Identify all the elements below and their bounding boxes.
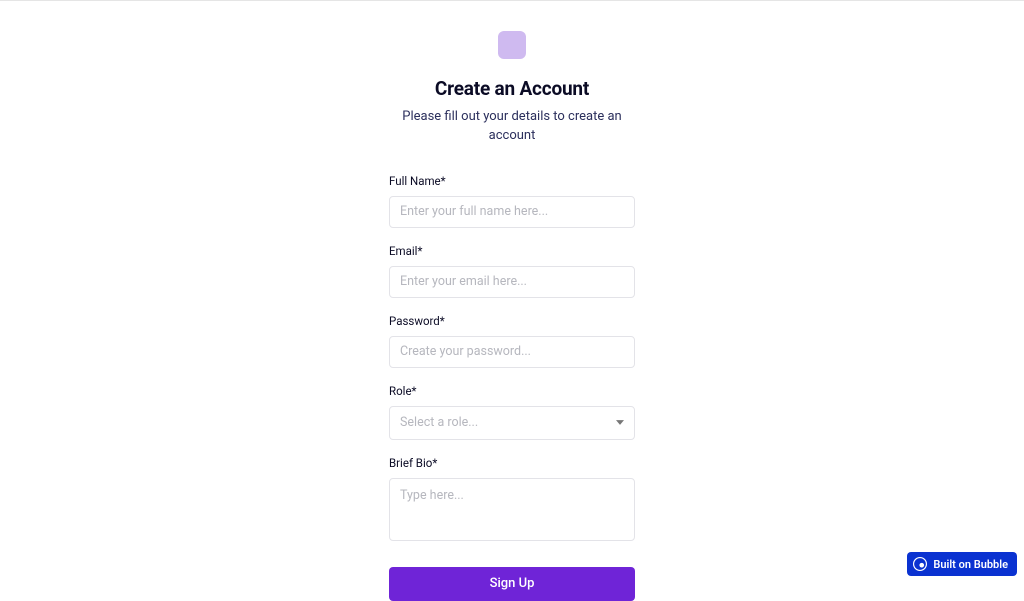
bubble-logo-icon [913, 557, 927, 571]
role-label: Role* [389, 384, 635, 398]
signup-form: Full Name* Email* Password* Role* Select… [389, 174, 635, 601]
password-group: Password* [389, 314, 635, 368]
email-input[interactable] [389, 266, 635, 298]
role-select[interactable]: Select a role... [389, 406, 635, 440]
logo-icon [498, 31, 526, 59]
password-label: Password* [389, 314, 635, 328]
email-group: Email* [389, 244, 635, 298]
built-on-bubble-badge[interactable]: Built on Bubble [907, 552, 1017, 576]
signup-button[interactable]: Sign Up [389, 567, 635, 601]
full-name-label: Full Name* [389, 174, 635, 188]
full-name-input[interactable] [389, 196, 635, 228]
bio-label: Brief Bio* [389, 456, 635, 470]
signup-container: Create an Account Please fill out your d… [389, 1, 635, 601]
bio-group: Brief Bio* [389, 456, 635, 545]
full-name-group: Full Name* [389, 174, 635, 228]
page-subtitle: Please fill out your details to create a… [397, 108, 627, 146]
bubble-badge-label: Built on Bubble [933, 558, 1008, 571]
role-group: Role* Select a role... [389, 384, 635, 440]
bio-textarea[interactable] [389, 478, 635, 541]
page-title: Create an Account [435, 77, 589, 100]
email-label: Email* [389, 244, 635, 258]
password-input[interactable] [389, 336, 635, 368]
